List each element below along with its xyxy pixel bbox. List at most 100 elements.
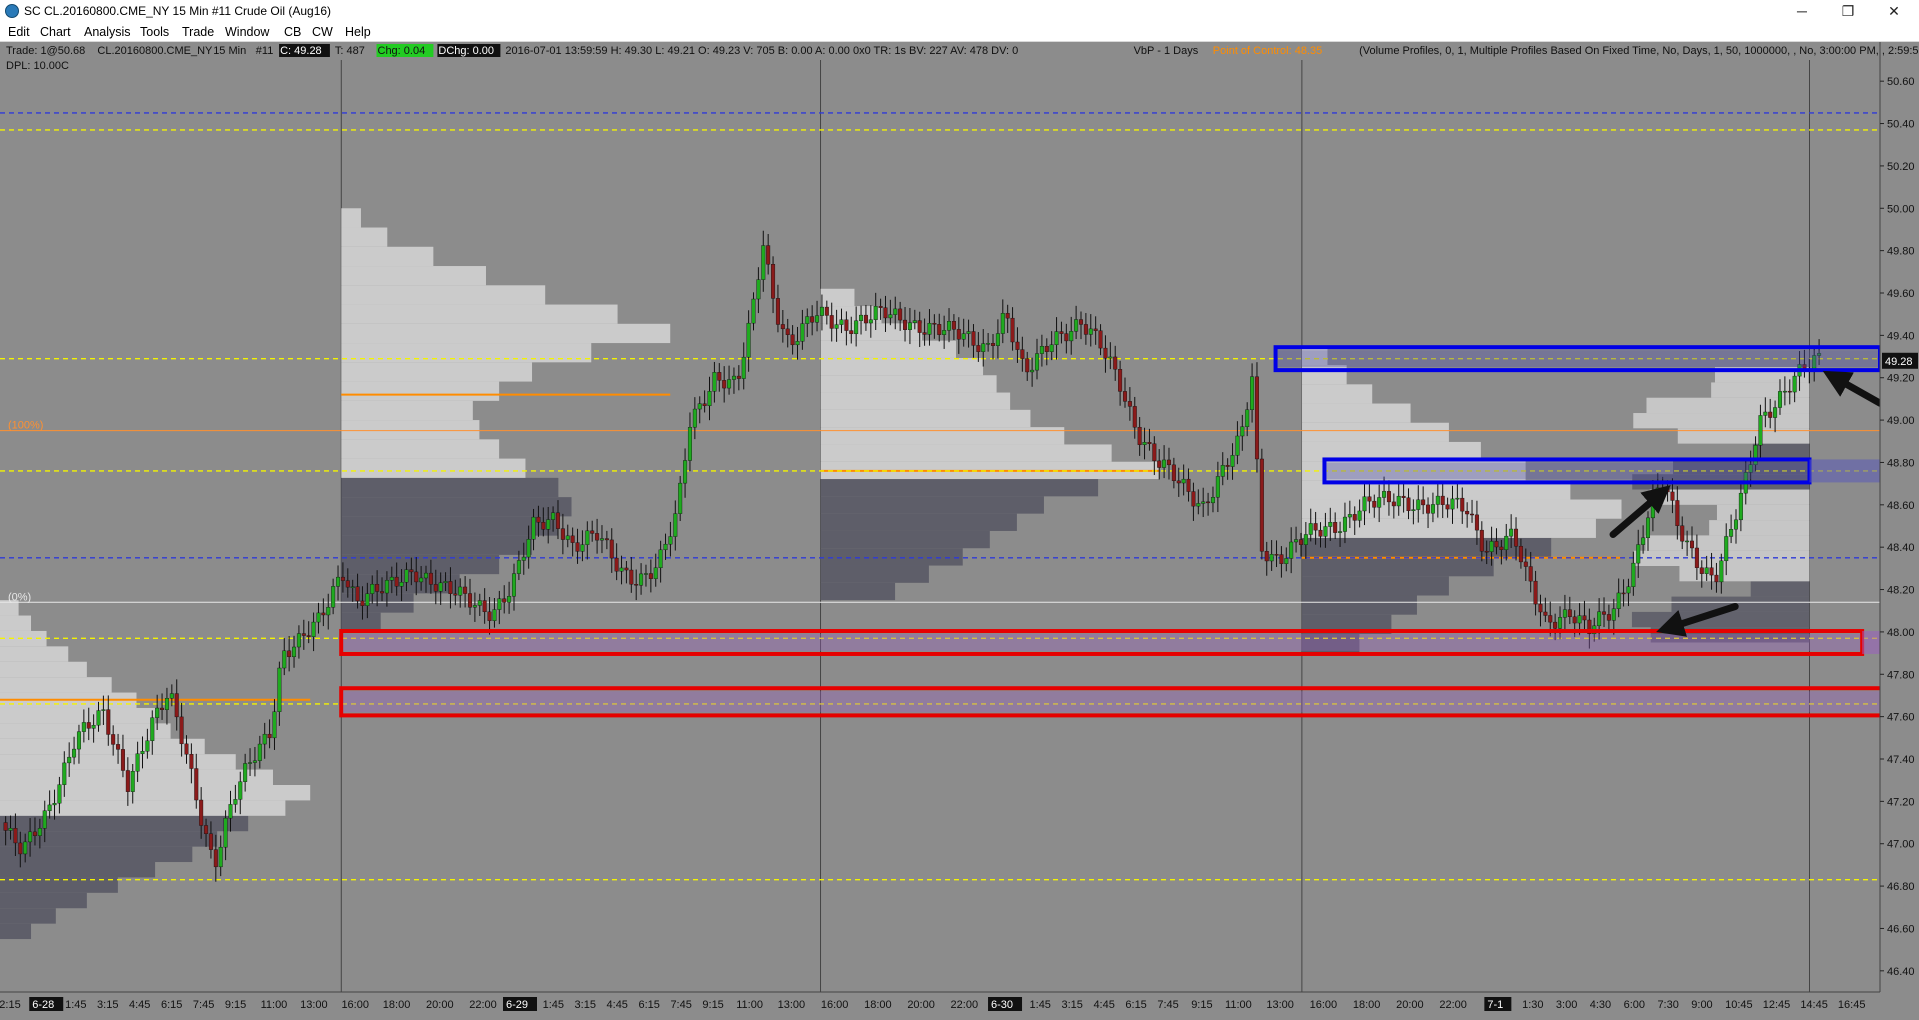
menu-item-trade[interactable]: Trade	[182, 25, 214, 39]
profile-bar	[341, 208, 361, 228]
candle-body	[1308, 523, 1313, 535]
time-axis-label: 1:45	[1030, 999, 1051, 1011]
profile-bar	[341, 612, 381, 632]
candle-body	[1582, 615, 1587, 621]
profile-bar	[1671, 596, 1810, 612]
menu-item-edit[interactable]: Edit	[8, 25, 30, 39]
chart-area[interactable]: (100%) (0%) 50.60 50.40 50.20 50.00 49.80 49.6…	[0, 42, 1919, 1020]
candle-body	[350, 586, 355, 588]
candle-body	[722, 380, 727, 389]
time-axis-label: 9:15	[702, 999, 723, 1011]
profile-bar	[820, 479, 1099, 497]
restore-button[interactable]: ❐	[1825, 0, 1871, 22]
candle-body	[267, 733, 272, 739]
time-axis-label: 1:45	[543, 999, 564, 1011]
time-axis-label: 16:00	[821, 999, 849, 1011]
candle-body	[683, 460, 688, 484]
menu-item-analysis[interactable]: Analysis	[84, 25, 131, 39]
candle-body	[1328, 522, 1333, 527]
menu-item-chart[interactable]: Chart	[40, 25, 71, 39]
profile-bar	[0, 892, 87, 909]
candle-body	[1782, 390, 1787, 393]
candle-body	[1069, 331, 1074, 342]
profile-bar	[341, 266, 486, 286]
profile-bar	[341, 535, 533, 555]
candle-body	[1504, 535, 1509, 550]
candle-body	[262, 733, 267, 745]
candle-body	[1597, 611, 1602, 627]
candle-body	[687, 427, 692, 461]
candle-body	[560, 528, 565, 540]
time-axis-label: 20:00	[907, 999, 935, 1011]
candle-body	[1294, 539, 1299, 543]
candle-body	[1753, 444, 1758, 465]
candle-body	[468, 593, 473, 608]
candle-body	[380, 591, 385, 594]
candle-body	[1083, 324, 1088, 335]
candle-body	[859, 314, 864, 321]
candle-body	[502, 598, 507, 603]
info-interval: 15 Min	[213, 45, 246, 57]
candle-body	[927, 322, 932, 335]
candle-body	[399, 582, 404, 587]
candle-body	[570, 535, 575, 543]
candle-body	[981, 343, 986, 352]
profile-bar	[820, 496, 1044, 514]
candle-body	[1631, 562, 1636, 587]
candle-body	[526, 539, 531, 558]
candle-body	[692, 408, 697, 428]
menu-item-help[interactable]: Help	[345, 25, 371, 39]
menu-item-tools[interactable]: Tools	[140, 25, 169, 39]
candle-body	[810, 316, 815, 323]
price-tick-label: 46.80	[1887, 881, 1915, 893]
candle-body	[531, 516, 536, 540]
candle-body	[345, 580, 350, 588]
profile-bar	[1709, 520, 1810, 536]
candle-body	[756, 279, 761, 300]
profile-bar	[820, 548, 963, 566]
price-tick-label: 49.60	[1887, 288, 1915, 300]
candle-body	[751, 298, 756, 324]
candle-body	[912, 320, 917, 323]
candle-body	[541, 522, 546, 530]
candle-body	[1020, 349, 1025, 359]
minimize-button[interactable]: ─	[1779, 0, 1825, 22]
info-change: Chg: 0.04	[378, 45, 426, 57]
candle-body	[1621, 592, 1626, 595]
close-button[interactable]: ✕	[1871, 0, 1917, 22]
time-axis-label: 13:00	[300, 999, 328, 1011]
profile-bar	[0, 615, 32, 631]
candle-body	[1465, 510, 1470, 515]
candle-body	[311, 621, 316, 637]
candle-body	[1176, 480, 1181, 484]
candle-body	[257, 743, 262, 761]
candle-body	[472, 605, 477, 608]
candle-body	[316, 612, 321, 623]
candle-body	[120, 749, 125, 771]
candle-body	[971, 331, 976, 346]
menu-item-window[interactable]: Window	[225, 25, 269, 39]
chart-svg[interactable]: (100%) (0%) 50.60 50.40 50.20 50.00 49.80 49.6…	[0, 42, 1919, 1020]
price-tick-label: 49.40	[1887, 330, 1915, 342]
menu-item-cb[interactable]: CB	[284, 25, 301, 39]
candle-body	[844, 319, 849, 331]
candle-body	[956, 329, 961, 340]
candle-body	[218, 846, 223, 868]
candle-body	[1382, 491, 1387, 498]
candle-body	[52, 802, 57, 806]
candle-body	[1416, 499, 1421, 510]
candle-body	[252, 760, 257, 763]
candle-body	[463, 586, 468, 594]
candle-body	[277, 667, 282, 712]
info-trade: Trade: 1@50.68	[6, 45, 85, 57]
candle-body	[1768, 411, 1773, 418]
candle-body	[790, 334, 795, 346]
candle-body	[1699, 567, 1704, 574]
menu-item-cw[interactable]: CW	[312, 25, 333, 39]
candle-body	[13, 828, 18, 844]
candle-body	[1611, 608, 1616, 621]
candle-body	[1181, 478, 1186, 484]
candle-body	[1118, 369, 1123, 392]
candle-body	[419, 577, 424, 583]
candle-body	[555, 512, 560, 529]
